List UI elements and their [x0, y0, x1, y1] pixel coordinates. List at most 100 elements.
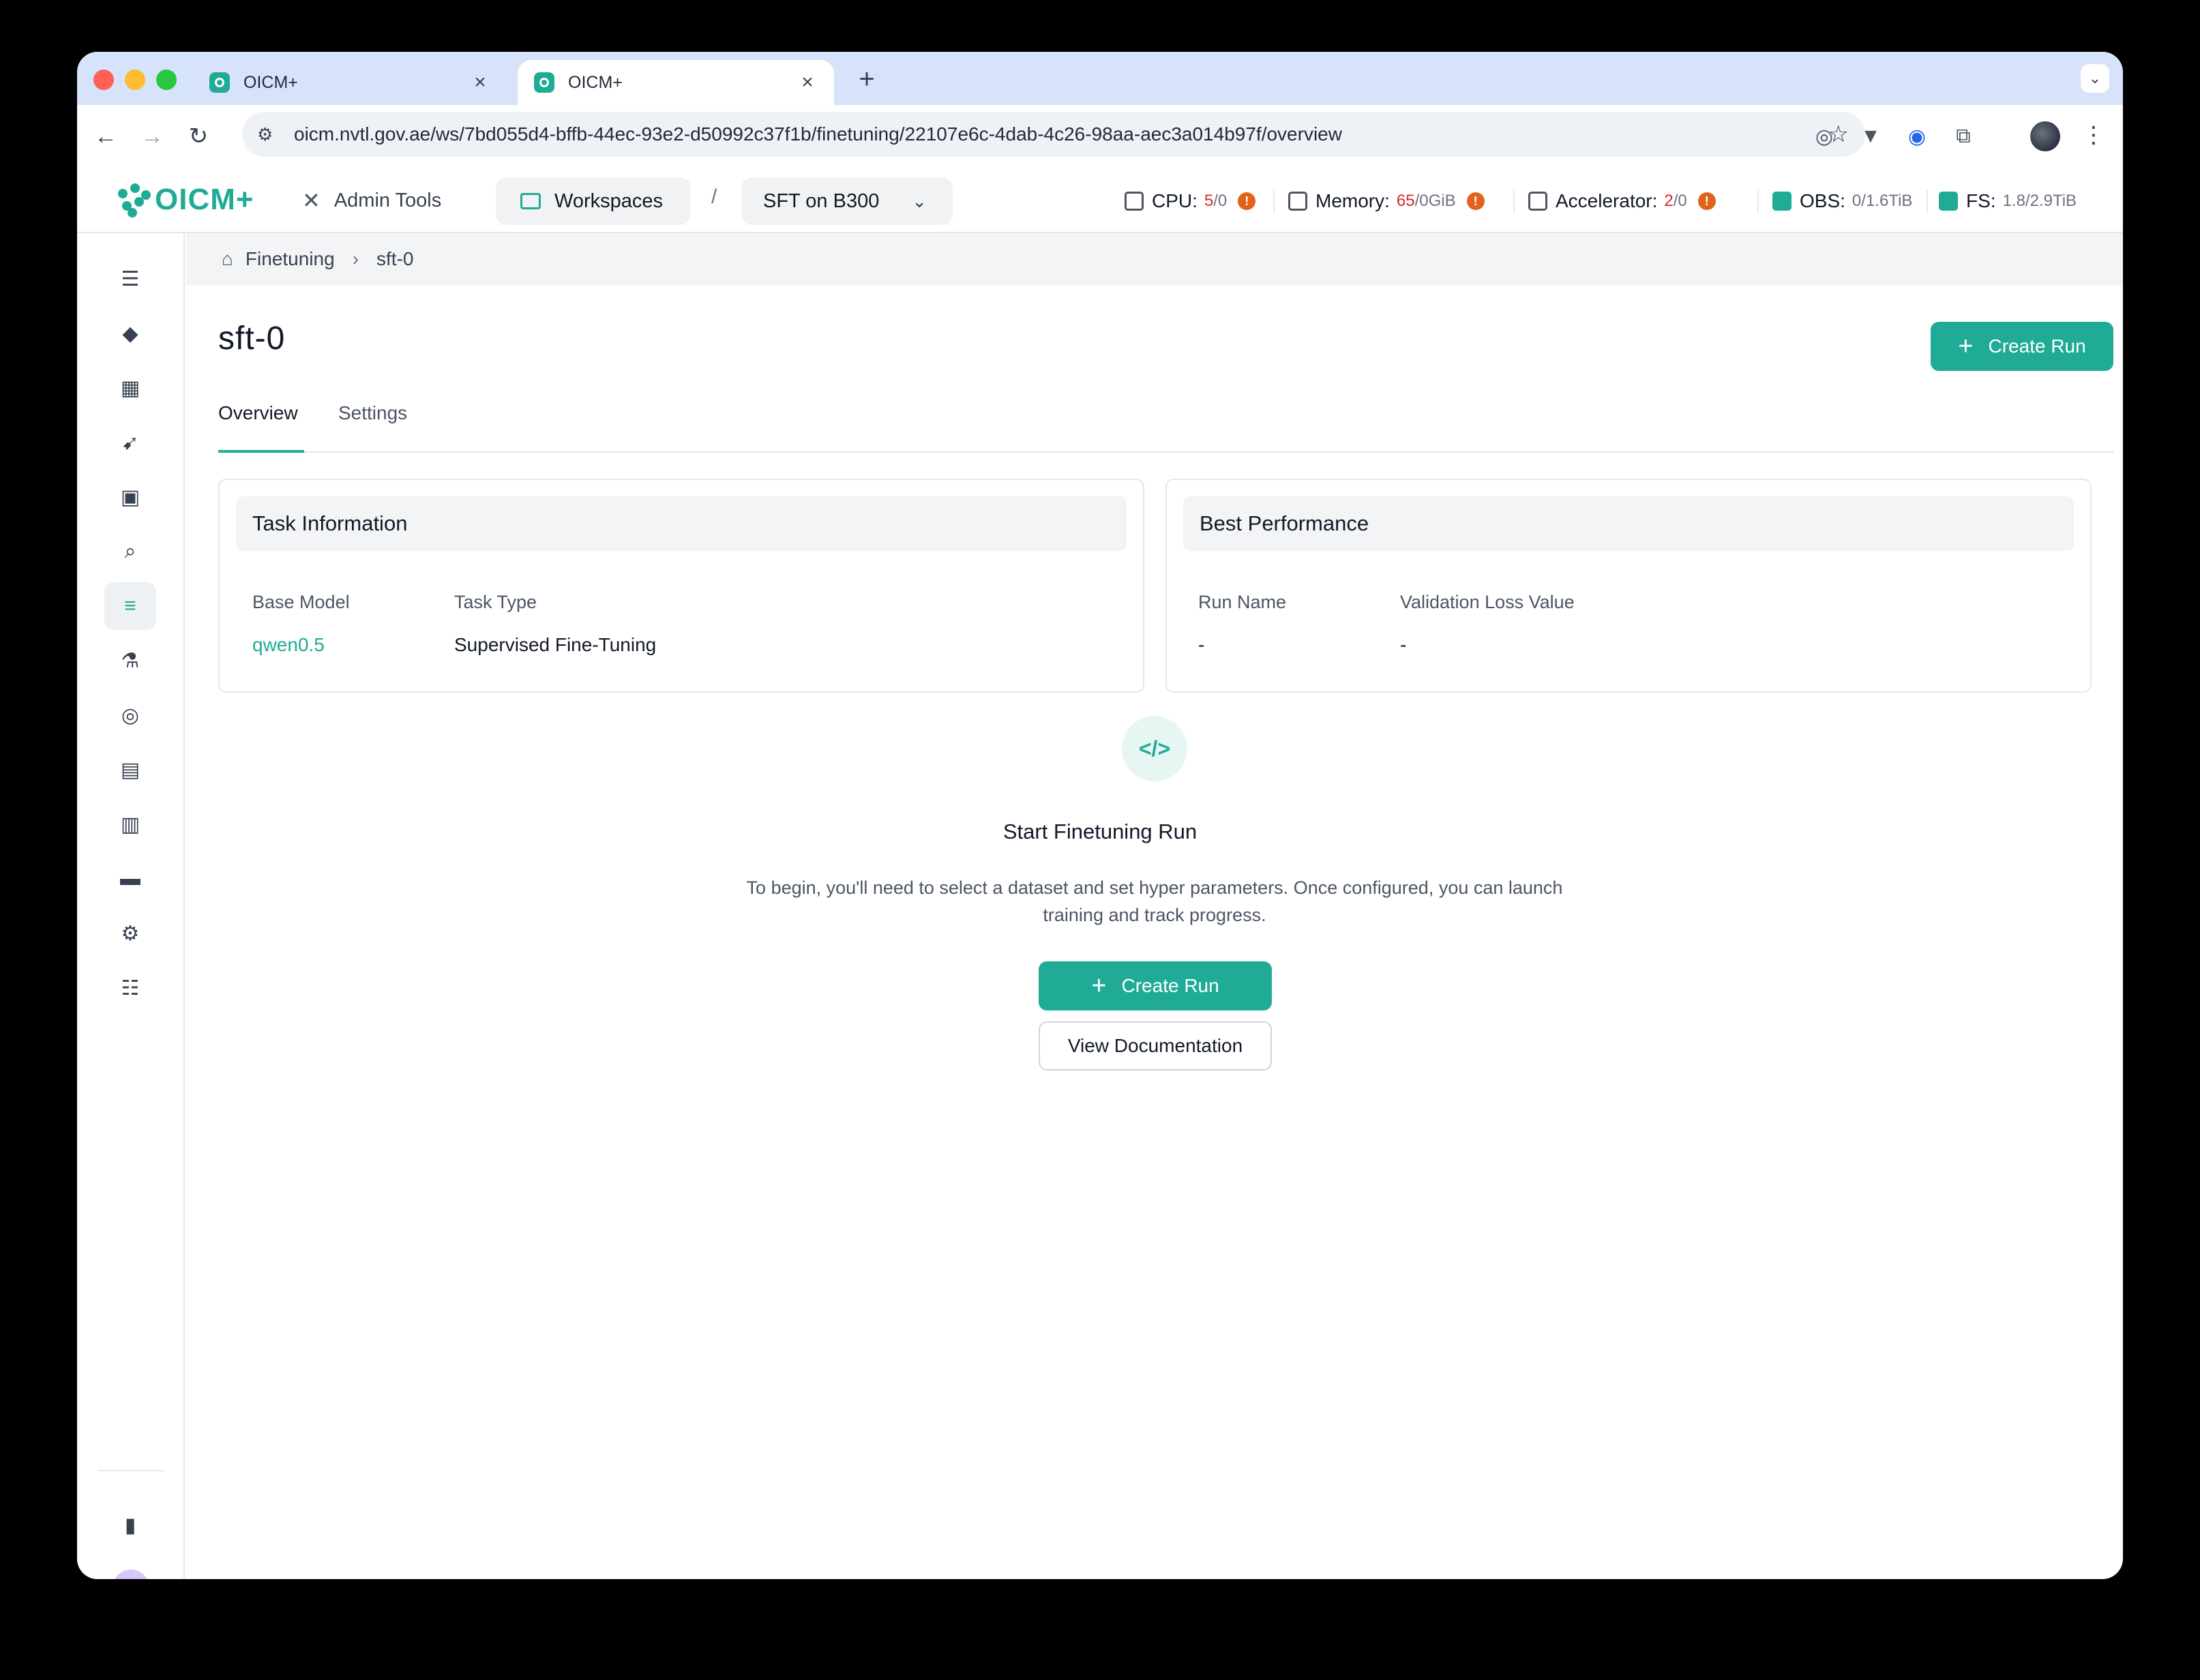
base-model-link[interactable]: qwen0.5	[252, 634, 325, 656]
home-icon[interactable]: ⌂	[222, 248, 233, 270]
project-name: SFT on B300	[763, 190, 880, 212]
tab-strip: OICM+ × OICM+ × + ⌄	[77, 52, 2123, 105]
cpu-warning-icon: !	[1238, 192, 1256, 210]
chevron-down-icon: ⌄	[912, 190, 927, 211]
address-bar[interactable]: ⚙ oicm.nvtl.gov.ae/ws/7bd055d4-bffb-44ec…	[242, 112, 1865, 157]
empty-state-title: Start Finetuning Run	[1002, 820, 1198, 843]
list-icon[interactable]: ☷	[104, 964, 156, 1012]
documentation-book-icon[interactable]: ▮	[104, 1501, 156, 1549]
accelerator-quota[interactable]: Accelerator: 2/0 !	[1528, 185, 1716, 217]
header-separator: /	[711, 185, 717, 208]
memory-total: /0GiB	[1414, 192, 1456, 210]
reload-icon[interactable]: ↻	[182, 120, 215, 153]
tab-settings[interactable]: Settings	[338, 398, 407, 453]
page-tabs: Overview Settings	[218, 398, 2114, 453]
tab-search-chevron-icon[interactable]: ⌄	[2081, 64, 2109, 93]
url-text[interactable]: oicm.nvtl.gov.ae/ws/7bd055d4-bffb-44ec-9…	[294, 123, 1828, 145]
cpu-quota[interactable]: CPU: 5/0 !	[1125, 185, 1256, 217]
storage-icon[interactable]: ▤	[104, 746, 156, 794]
model-registry-icon[interactable]: ▦	[104, 364, 156, 412]
quota-divider	[1513, 190, 1515, 213]
card-title: Task Information	[236, 496, 1127, 551]
new-tab-button[interactable]: +	[853, 64, 880, 95]
create-run-button[interactable]: + Create Run	[1931, 322, 2113, 371]
accelerator-icon	[1528, 192, 1547, 211]
quota-divider	[1757, 190, 1759, 213]
create-run-empty-button[interactable]: + Create Run	[1039, 961, 1272, 1010]
extension-icon[interactable]: ◎	[1811, 123, 1838, 150]
finetuning-sliders-icon[interactable]: ≡	[104, 582, 156, 630]
breadcrumb-finetuning[interactable]: Finetuning	[246, 248, 335, 270]
validation-loss-value: -	[1400, 634, 1407, 655]
chevron-right-icon: ›	[352, 248, 359, 269]
minimize-window-button[interactable]	[125, 70, 145, 90]
extension-lock-icon[interactable]: ◉	[1903, 123, 1931, 150]
quota-divider	[1273, 190, 1275, 213]
accelerator-label: Accelerator:	[1556, 190, 1658, 211]
admin-tools-label: Admin Tools	[333, 189, 442, 211]
experiments-flask-icon[interactable]: ⚗	[104, 637, 156, 685]
deployments-rocket-icon[interactable]: ➹	[104, 419, 156, 466]
memory-warning-icon: !	[1466, 192, 1485, 210]
browser-tab-1[interactable]: OICM+ ×	[193, 60, 507, 105]
accelerator-warning-icon: !	[1697, 192, 1716, 210]
settings-gear-icon[interactable]: ⚙	[104, 910, 156, 957]
base-model-label: Base Model	[252, 592, 350, 612]
accelerator-used: 2	[1664, 192, 1674, 210]
obs-quota[interactable]: OBS: 0/1.6TiB	[1772, 185, 1912, 217]
best-performance-card: Best Performance Run Name - Validation L…	[1165, 479, 2092, 693]
fs-value: 1.8/2.9TiB	[2002, 192, 2077, 210]
close-tab-icon[interactable]: ×	[797, 71, 818, 94]
workspace-icon	[520, 193, 541, 209]
run-name-value: -	[1198, 634, 1205, 655]
logo-dots-icon	[118, 183, 151, 217]
breadcrumb-current: sft-0	[376, 248, 414, 269]
models-cube-icon[interactable]: ◆	[104, 310, 156, 357]
tab-title: OICM+	[243, 72, 298, 92]
project-select[interactable]: SFT on B300 ⌄	[741, 177, 953, 225]
profile-avatar[interactable]	[2030, 121, 2060, 151]
oicm-favicon-icon	[209, 72, 230, 93]
user-avatar[interactable]: M	[113, 1570, 149, 1579]
memory-quota[interactable]: Memory: 65/0GiB !	[1288, 185, 1485, 217]
cpu-label: CPU:	[1152, 190, 1198, 211]
browser-window: OICM+ × OICM+ × + ⌄ ← → ↻ ⚙ oicm.nvtl.go…	[77, 52, 2123, 1579]
workspaces-button[interactable]: Workspaces	[496, 177, 691, 225]
memory-used: 65	[1396, 192, 1415, 210]
datasets-database-icon[interactable]: ◎	[104, 691, 156, 739]
fs-quota[interactable]: FS: 1.8/2.9TiB	[1939, 185, 2077, 217]
site-settings-icon[interactable]: ⚙	[257, 124, 284, 145]
code-icon: </>	[1122, 716, 1187, 781]
obs-label: OBS:	[1800, 190, 1845, 211]
plus-icon: +	[1958, 331, 1974, 361]
tab-overview[interactable]: Overview	[218, 398, 304, 453]
menu-toggle-icon[interactable]: ☰	[104, 255, 156, 303]
view-documentation-button[interactable]: View Documentation	[1039, 1021, 1272, 1070]
page-title: sft-0	[218, 320, 286, 357]
extension-v-icon[interactable]: ▼	[1857, 123, 1884, 150]
breadcrumb: ⌂ Finetuning › sft-0	[186, 233, 2123, 285]
benchmark-chart-icon[interactable]: ⌕	[104, 528, 156, 575]
close-tab-icon[interactable]: ×	[470, 71, 490, 94]
admin-tools-link[interactable]: ✕ Admin Tools	[302, 184, 441, 217]
extensions-puzzle-icon[interactable]: ⧉	[1950, 123, 1977, 150]
back-arrow-icon[interactable]: ←	[89, 120, 122, 153]
oicm-logo[interactable]: OICM+	[118, 183, 254, 217]
oicm-favicon-icon	[534, 72, 554, 93]
logs-icon[interactable]: ▬	[104, 855, 156, 903]
workbench-code-icon[interactable]: ▣	[104, 473, 156, 521]
run-name-label: Run Name	[1198, 592, 1287, 612]
maximize-window-button[interactable]	[156, 70, 177, 90]
tools-icon: ✕	[302, 188, 321, 213]
forward-arrow-icon[interactable]: →	[136, 120, 168, 153]
empty-state-description: To begin, you'll need to select a datase…	[746, 877, 1563, 925]
create-run-label: Create Run	[1121, 975, 1219, 996]
close-window-button[interactable]	[93, 70, 114, 90]
fs-label: FS:	[1966, 190, 1996, 211]
cpu-total: /0	[1213, 192, 1228, 210]
file-icon	[1939, 192, 1958, 211]
browser-tab-2[interactable]: OICM+ ×	[518, 60, 834, 105]
cpu-icon	[1125, 192, 1144, 211]
sidebar-divider	[98, 1470, 164, 1471]
browser-menu-icon[interactable]: ⋮	[2082, 121, 2105, 149]
